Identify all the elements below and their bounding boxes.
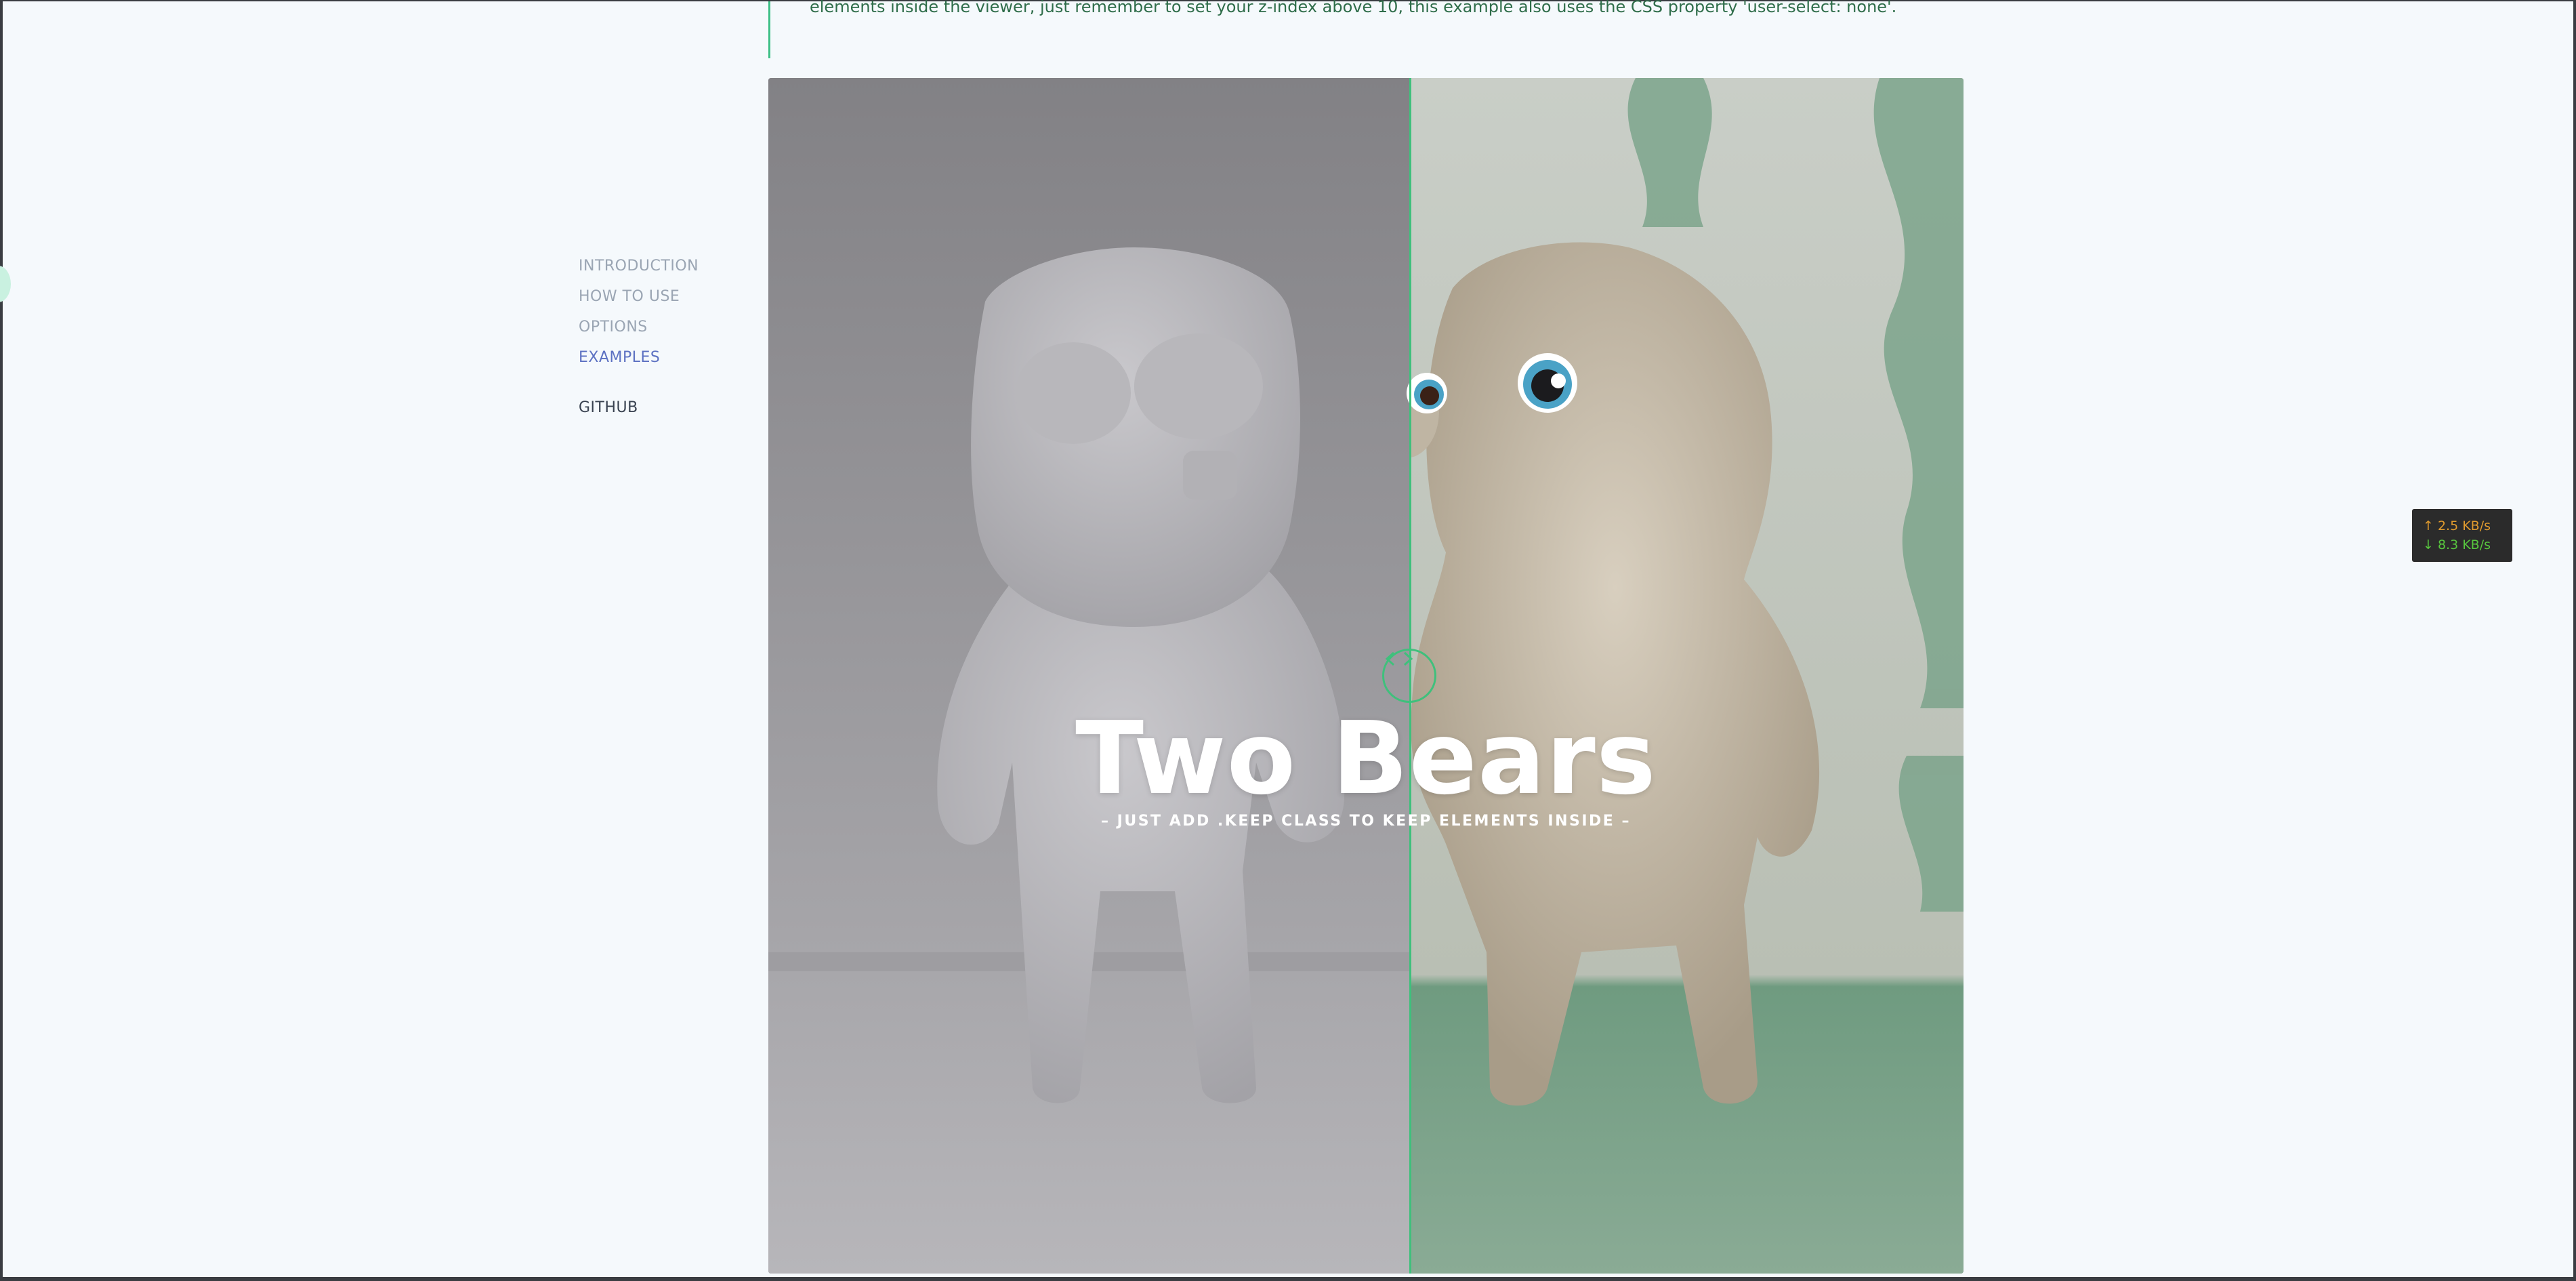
viewer-title: Two Bears xyxy=(1075,700,1657,817)
viewer-artwork xyxy=(768,78,1964,1274)
sidebar-nav: INTRODUCTION HOW TO USE OPTIONS EXAMPLES… xyxy=(579,256,699,428)
intro-text: elements inside the viewer, just remembe… xyxy=(810,0,1897,16)
slider-handle[interactable] xyxy=(1382,649,1436,703)
viewer-subtitle: – JUST ADD .KEEP CLASS TO KEEP ELEMENTS … xyxy=(1101,813,1631,830)
side-tab-toggle[interactable] xyxy=(0,266,11,302)
upload-speed: ↑ 2.5 KB/s xyxy=(2423,518,2491,533)
viewer-caption: Two Bears – JUST ADD .KEEP CLASS TO KEEP… xyxy=(768,708,1964,830)
nav-item-introduction[interactable]: INTRODUCTION xyxy=(579,256,699,287)
nav-item-examples[interactable]: EXAMPLES xyxy=(579,348,699,378)
intro-blockquote: elements inside the viewer, just remembe… xyxy=(768,0,1976,58)
network-speed-widget: ↑ 2.5 KB/s ↓ 8.3 KB/s xyxy=(2412,509,2512,562)
left-right-arrows-icon xyxy=(1385,651,1413,666)
nav-item-how-to-use[interactable]: HOW TO USE xyxy=(579,287,699,317)
before-after-viewer[interactable]: Two Bears – JUST ADD .KEEP CLASS TO KEEP… xyxy=(768,78,1964,1274)
nav-item-options[interactable]: OPTIONS xyxy=(579,317,699,348)
download-speed: ↓ 8.3 KB/s xyxy=(2423,537,2491,552)
nav-item-github[interactable]: GITHUB xyxy=(579,398,699,428)
